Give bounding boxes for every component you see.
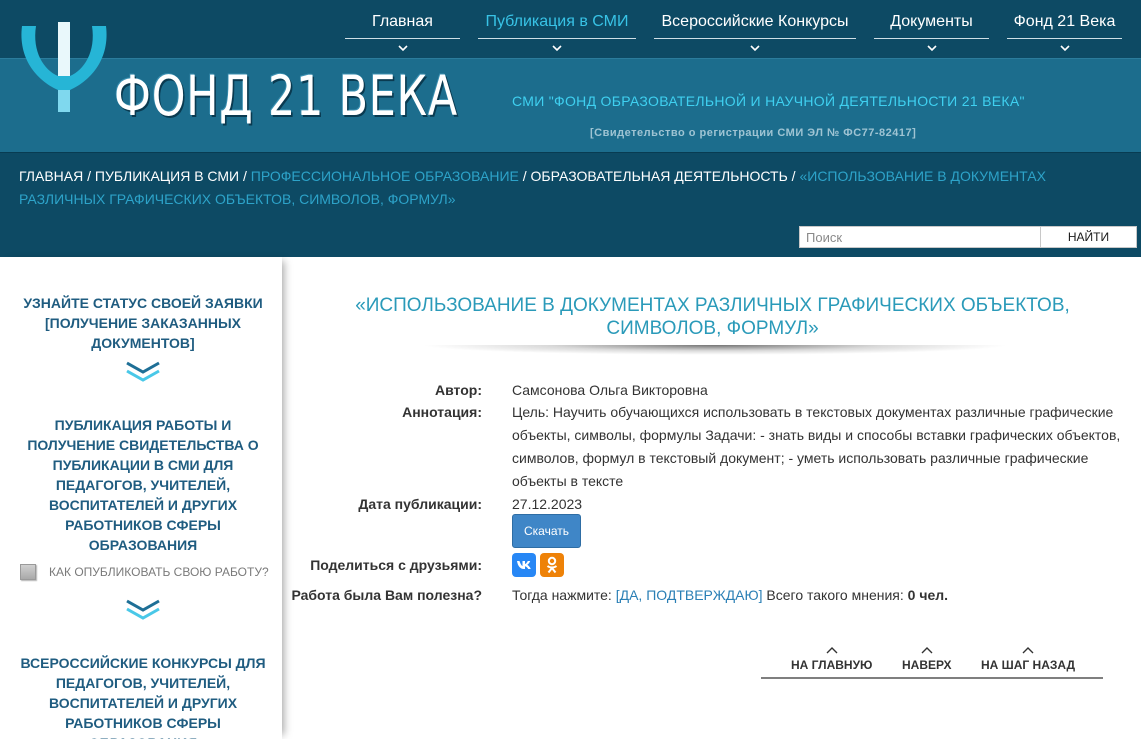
nav-underline: [1007, 38, 1122, 39]
search-form: НАЙТИ: [799, 226, 1137, 248]
ok-logo-icon: [546, 556, 558, 574]
date-row: Дата публикации: 27.12.2023: [0, 493, 1141, 516]
chevron-up-icon: [921, 647, 933, 654]
author-row: Автор: Самсонова Ольга Викторовна: [0, 379, 1141, 402]
chevron-down-icon: [926, 45, 937, 52]
article-title: «ИСПОЛЬЗОВАНИЕ В ДОКУМЕНТАХ РАЗЛИЧНЫХ ГР…: [355, 295, 1070, 339]
breadcrumb-home[interactable]: ГЛАВНАЯ: [19, 168, 83, 184]
nav-underline: [654, 38, 856, 39]
nav-item-home[interactable]: Главная: [345, 0, 460, 58]
breadcrumb-separator: /: [518, 168, 531, 184]
to-home-link[interactable]: НА ГЛАВНУЮ: [791, 640, 872, 672]
useful-count: 0 чел.: [907, 587, 949, 603]
chevron-up-icon: [826, 647, 838, 654]
nav-label: Главная: [372, 13, 433, 30]
to-top-link[interactable]: НАВЕРХ: [902, 640, 952, 672]
nav-underline: [874, 38, 989, 39]
breadcrumb-separator: /: [83, 168, 95, 184]
useful-prefix: Тогда нажмите:: [512, 587, 616, 603]
share-row: Поделиться с друзьями:: [0, 554, 1141, 577]
media-title: СМИ "ФОНД ОБРАЗОВАТЕЛЬНОЙ И НАУЧНОЙ ДЕЯТ…: [512, 93, 1025, 109]
date-label: Дата публикации:: [358, 496, 482, 512]
breadcrumb-separator: /: [239, 168, 251, 184]
step-back-link[interactable]: НА ШАГ НАЗАД: [981, 640, 1075, 672]
nav-underline: [345, 38, 460, 39]
nav-item-publication[interactable]: Публикация в СМИ: [478, 0, 636, 58]
date-value: 27.12.2023: [512, 496, 583, 512]
download-button[interactable]: Скачать: [512, 514, 581, 548]
nav-underline: [478, 38, 636, 39]
search-input[interactable]: [799, 226, 1041, 248]
author-value: Самсонова Ольга Викторовна: [512, 382, 708, 398]
bottom-nav: НА ГЛАВНУЮ НАВЕРХ НА ШАГ НАЗАД: [761, 640, 1103, 679]
author-label: Автор:: [435, 382, 482, 398]
search-button[interactable]: НАЙТИ: [1041, 226, 1137, 248]
annotation-row: Аннотация: Цель: Научить обучающихся исп…: [0, 401, 1141, 493]
nav-item-documents[interactable]: Документы: [874, 0, 989, 58]
vk-share-icon[interactable]: [512, 553, 536, 577]
to-home-label: НА ГЛАВНУЮ: [791, 658, 873, 672]
sidebar-link-status[interactable]: УЗНАЙТЕ СТАТУС СВОЕЙ ЗАЯВКИ [ПОЛУЧЕНИЕ З…: [14, 293, 272, 353]
main-nav: Главная Публикация в СМИ Всероссийские К…: [345, 0, 1140, 58]
media-certificate: [Свидетельство о регистрации СМИ ЭЛ № ФС…: [590, 127, 917, 139]
ok-share-icon[interactable]: [540, 553, 564, 577]
chevron-up-icon: [1022, 647, 1034, 654]
nav-item-contests[interactable]: Всероссийские Конкурсы: [654, 0, 856, 58]
sidebar-link-contests[interactable]: ВСЕРОССИЙСКИЕ КОНКУРСЫ ДЛЯ ПЕДАГОГОВ, УЧ…: [14, 653, 272, 739]
brand-name[interactable]: ФОНД 21 ВЕКА: [114, 66, 458, 126]
useful-middle: Всего такого мнения:: [762, 587, 908, 603]
site-header: ФОНД 21 ВЕКА Главная Публикация в СМИ Вс…: [0, 0, 1141, 257]
nav-label: Документы: [890, 13, 973, 30]
useful-text: Тогда нажмите: [ДА, ПОДТВЕРЖДАЮ] Всего т…: [512, 584, 948, 607]
breadcrumb-publication[interactable]: ПУБЛИКАЦИЯ В СМИ: [95, 168, 239, 184]
useful-label: Работа была Вам полезна?: [291, 587, 482, 603]
annotation-label: Аннотация:: [402, 404, 482, 420]
breadcrumb-prof-edu[interactable]: ПРОФЕССИОНАЛЬНОЕ ОБРАЗОВАНИЕ: [251, 168, 519, 184]
vk-logo-icon: [517, 561, 531, 569]
breadcrumb-edu-activity[interactable]: ОБРАЗОВАТЕЛЬНАЯ ДЕЯТЕЛЬНОСТЬ: [531, 168, 788, 184]
to-top-label: НАВЕРХ: [902, 658, 952, 672]
confirm-useful-link[interactable]: [ДА, ПОДТВЕРЖДАЮ]: [616, 587, 763, 603]
fund-logo-icon[interactable]: [18, 18, 110, 118]
breadcrumb-separator: /: [787, 168, 800, 184]
nav-label: Публикация в СМИ: [485, 13, 629, 30]
share-label: Поделиться с друзьями:: [310, 557, 482, 573]
chevron-down-icon: [750, 45, 760, 52]
breadcrumb: ГЛАВНАЯ / ПУБЛИКАЦИЯ В СМИ / ПРОФЕССИОНА…: [19, 165, 1119, 211]
chevron-down-icon: [552, 45, 562, 52]
nav-label: Фонд 21 Века: [1013, 13, 1116, 30]
chevron-down-icon: [397, 45, 408, 52]
nav-item-fund[interactable]: Фонд 21 Века: [1007, 0, 1122, 58]
nav-label: Всероссийские Конкурсы: [661, 13, 849, 30]
step-back-label: НА ШАГ НАЗАД: [981, 658, 1076, 672]
share-buttons: [512, 553, 568, 577]
annotation-value: Цель: Научить обучающихся использовать в…: [512, 404, 1121, 489]
title-divider: [420, 345, 1010, 355]
chevron-down-icon: [1059, 45, 1070, 52]
